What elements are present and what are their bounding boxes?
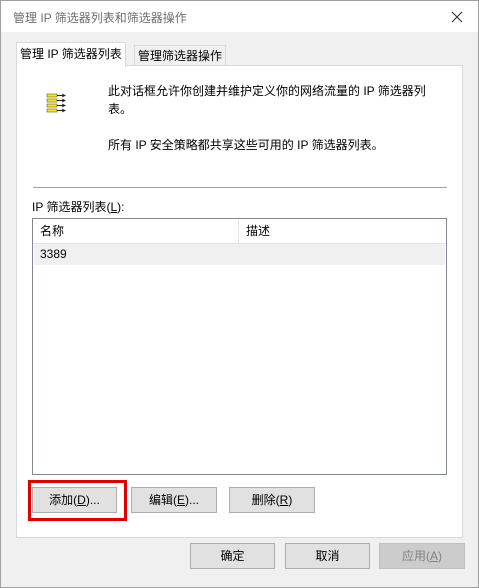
delete-button[interactable]: 删除(R) bbox=[229, 487, 315, 513]
button-text: 应用( bbox=[401, 549, 430, 563]
label-text: IP 筛选器列表( bbox=[32, 200, 111, 214]
ok-button[interactable]: 确定 bbox=[190, 543, 275, 569]
row-name-cell: 3389 bbox=[40, 247, 67, 261]
tab-label: 管理 IP 筛选器列表 bbox=[20, 47, 122, 61]
divider bbox=[33, 187, 447, 188]
close-icon bbox=[451, 11, 463, 22]
close-button[interactable] bbox=[436, 1, 478, 32]
window-title: 管理 IP 筛选器列表和筛选器操作 bbox=[13, 11, 187, 25]
add-button[interactable]: 添加(D)... bbox=[32, 487, 117, 513]
title-bar: 管理 IP 筛选器列表和筛选器操作 bbox=[1, 1, 478, 32]
button-text: )... bbox=[185, 493, 199, 507]
intro-text: 此对话框允许你创建并维护定义你的网络流量的 IP 筛选器列表。 bbox=[108, 84, 426, 116]
apply-button[interactable]: 应用(A) bbox=[379, 543, 465, 569]
ip-filter-list-view[interactable]: 名称 描述 3389 bbox=[32, 218, 447, 475]
tab-filter-actions[interactable]: 管理筛选器操作 bbox=[134, 45, 227, 66]
table-row[interactable]: 3389 bbox=[34, 244, 445, 265]
shared-info-text: 所有 IP 安全策略都共享这些可用的 IP 筛选器列表。 bbox=[108, 138, 384, 152]
column-header-description[interactable]: 描述 bbox=[239, 219, 446, 243]
filter-list-icon bbox=[46, 93, 66, 113]
button-text: 添加( bbox=[49, 493, 78, 507]
tab-panel-ip-filter-lists: 此对话框允许你创建并维护定义你的网络流量的 IP 筛选器列表。 所有 IP 安全… bbox=[16, 65, 463, 538]
access-key: A bbox=[429, 549, 438, 563]
access-key: E bbox=[176, 493, 185, 507]
cancel-button[interactable]: 取消 bbox=[285, 543, 370, 569]
tab-label: 管理筛选器操作 bbox=[138, 49, 223, 63]
label-text: ): bbox=[117, 200, 125, 214]
edit-button[interactable]: 编辑(E)... bbox=[131, 487, 217, 513]
button-text: )... bbox=[85, 493, 100, 507]
button-text: ) bbox=[288, 493, 293, 507]
tab-ip-filter-lists[interactable]: 管理 IP 筛选器列表 bbox=[16, 42, 126, 67]
ip-filter-list-label: IP 筛选器列表(L): bbox=[32, 198, 124, 215]
manage-ip-filter-dialog: 管理 IP 筛选器列表和筛选器操作 管理 IP 筛选器列表 管理筛选器操作 此对… bbox=[0, 0, 479, 588]
list-header: 名称 描述 bbox=[33, 219, 446, 244]
button-text: ) bbox=[438, 549, 442, 563]
access-key: D bbox=[77, 493, 86, 507]
button-text: 编辑( bbox=[148, 493, 177, 507]
button-text: 删除( bbox=[251, 493, 280, 507]
column-header-name[interactable]: 名称 bbox=[33, 219, 239, 243]
